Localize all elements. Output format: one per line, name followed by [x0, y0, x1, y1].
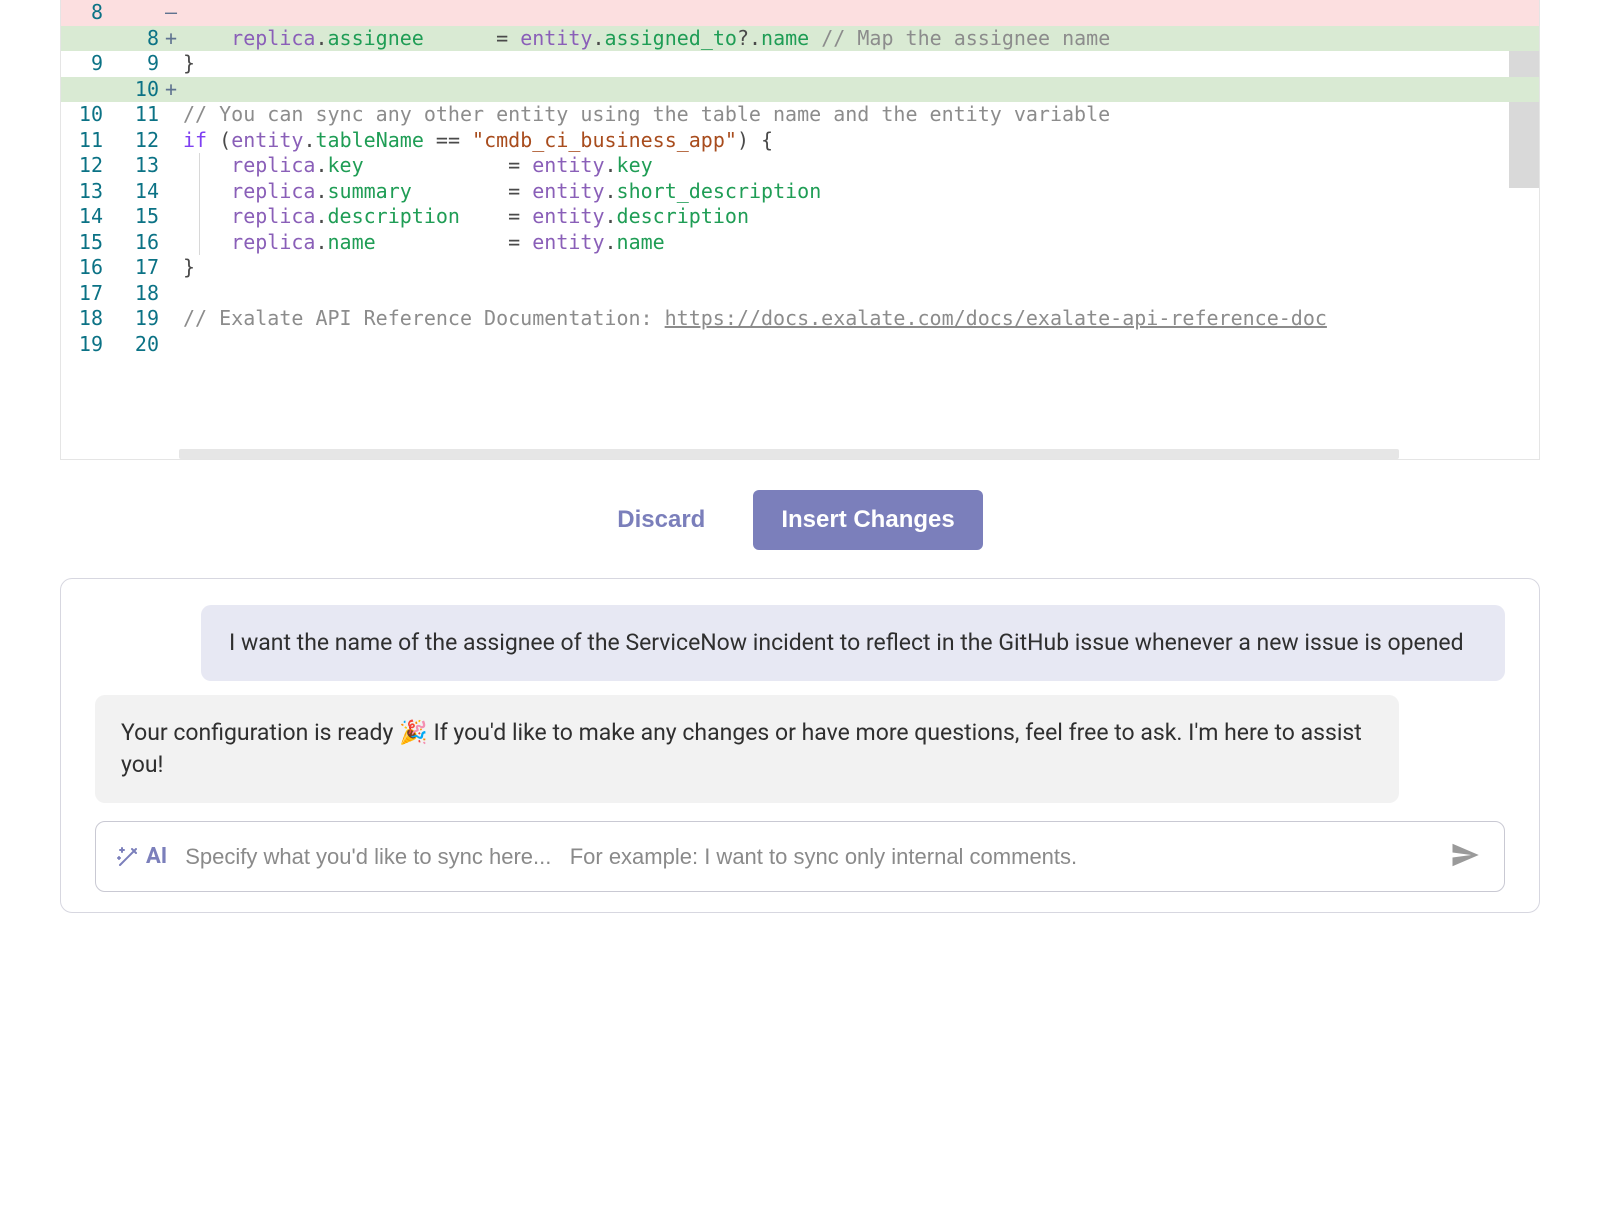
diff-line: 1314 replica.summary = entity.short_desc…	[61, 179, 1539, 205]
old-line-number: 8	[61, 0, 113, 26]
diff-line: 1213 replica.key = entity.key	[61, 153, 1539, 179]
diff-marker	[165, 230, 179, 256]
diff-line: 1011 // You can sync any other entity usi…	[61, 102, 1539, 128]
diff-actions: Discard Insert Changes	[60, 460, 1540, 578]
old-line-number	[61, 26, 113, 52]
old-line-number: 12	[61, 153, 113, 179]
new-line-number: 13	[113, 153, 165, 179]
ai-chat-panel: I want the name of the assignee of the S…	[60, 578, 1540, 913]
new-line-number: 16	[113, 230, 165, 256]
old-line-number: 15	[61, 230, 113, 256]
diff-line: 1415 replica.description = entity.descri…	[61, 204, 1539, 230]
new-line-number	[113, 0, 165, 26]
ai-badge: AI	[116, 844, 167, 869]
diff-marker	[165, 102, 179, 128]
diff-marker	[165, 332, 179, 358]
old-line-number: 19	[61, 332, 113, 358]
old-line-number: 11	[61, 128, 113, 154]
code-cell[interactable]	[179, 332, 1539, 358]
code-cell[interactable]	[179, 281, 1539, 307]
new-line-number: 20	[113, 332, 165, 358]
old-line-number: 14	[61, 204, 113, 230]
diff-marker	[165, 306, 179, 332]
diff-marker	[165, 281, 179, 307]
code-cell[interactable]: // You can sync any other entity using t…	[179, 102, 1539, 128]
new-line-number: 19	[113, 306, 165, 332]
diff-marker: —	[165, 0, 179, 26]
diff-line: 1920	[61, 332, 1539, 358]
code-cell[interactable]: }	[179, 51, 1539, 77]
diff-marker: +	[165, 26, 179, 52]
old-line-number	[61, 77, 113, 103]
code-cell[interactable]: replica.name = entity.name	[179, 230, 1539, 256]
ai-message: Your configuration is ready 🎉 If you'd l…	[95, 695, 1399, 803]
new-line-number: 12	[113, 128, 165, 154]
code-cell[interactable]: replica.summary = entity.short_descripti…	[179, 179, 1539, 205]
old-line-number: 17	[61, 281, 113, 307]
diff-line: 1516 replica.name = entity.name	[61, 230, 1539, 256]
new-line-number: 17	[113, 255, 165, 281]
new-line-number: 14	[113, 179, 165, 205]
ai-input-row: AI	[95, 821, 1505, 892]
send-icon	[1450, 840, 1480, 870]
diff-marker	[165, 204, 179, 230]
code-cell[interactable]: // Exalate API Reference Documentation: …	[179, 306, 1539, 332]
diff-marker	[165, 255, 179, 281]
diff-line: 1617}	[61, 255, 1539, 281]
diff-marker	[165, 179, 179, 205]
old-line-number: 18	[61, 306, 113, 332]
code-cell[interactable]: }	[179, 255, 1539, 281]
old-line-number: 16	[61, 255, 113, 281]
diff-marker	[165, 153, 179, 179]
new-line-number: 11	[113, 102, 165, 128]
old-line-number: 10	[61, 102, 113, 128]
user-message: I want the name of the assignee of the S…	[201, 605, 1505, 681]
code-cell[interactable]: replica.description = entity.description	[179, 204, 1539, 230]
ai-badge-label: AI	[146, 844, 167, 869]
magic-wand-icon	[116, 845, 140, 869]
diff-line: 8+ replica.assignee = entity.assigned_to…	[61, 26, 1539, 52]
diff-marker	[165, 128, 179, 154]
diff-marker: +	[165, 77, 179, 103]
code-cell[interactable]: replica.key = entity.key	[179, 153, 1539, 179]
old-line-number: 13	[61, 179, 113, 205]
new-line-number: 10	[113, 77, 165, 103]
diff-line: 10+	[61, 77, 1539, 103]
diff-lines: 8—8+ replica.assignee = entity.assigned_…	[61, 0, 1539, 357]
party-popper-emoji: 🎉	[399, 719, 428, 746]
send-button[interactable]	[1446, 840, 1484, 873]
new-line-number: 15	[113, 204, 165, 230]
old-line-number: 9	[61, 51, 113, 77]
horizontal-scrollbar[interactable]	[179, 449, 1399, 459]
diff-viewer: 8—8+ replica.assignee = entity.assigned_…	[60, 0, 1540, 460]
code-cell[interactable]	[179, 77, 1539, 103]
discard-button[interactable]: Discard	[617, 506, 705, 534]
diff-marker	[165, 51, 179, 77]
new-line-number: 18	[113, 281, 165, 307]
diff-line: 1718	[61, 281, 1539, 307]
diff-line: 99}	[61, 51, 1539, 77]
new-line-number: 9	[113, 51, 165, 77]
code-cell[interactable]	[179, 0, 1539, 26]
diff-line: 8—	[61, 0, 1539, 26]
ai-message-text-pre: Your configuration is ready	[121, 719, 399, 746]
new-line-number: 8	[113, 26, 165, 52]
code-cell[interactable]: replica.assignee = entity.assigned_to?.n…	[179, 26, 1539, 52]
code-cell[interactable]: if (entity.tableName == "cmdb_ci_busines…	[179, 128, 1539, 154]
ai-prompt-input[interactable]	[185, 844, 1428, 870]
insert-changes-button[interactable]: Insert Changes	[753, 490, 982, 550]
diff-line: 1112 if (entity.tableName == "cmdb_ci_bus…	[61, 128, 1539, 154]
diff-line: 1819 // Exalate API Reference Documentati…	[61, 306, 1539, 332]
